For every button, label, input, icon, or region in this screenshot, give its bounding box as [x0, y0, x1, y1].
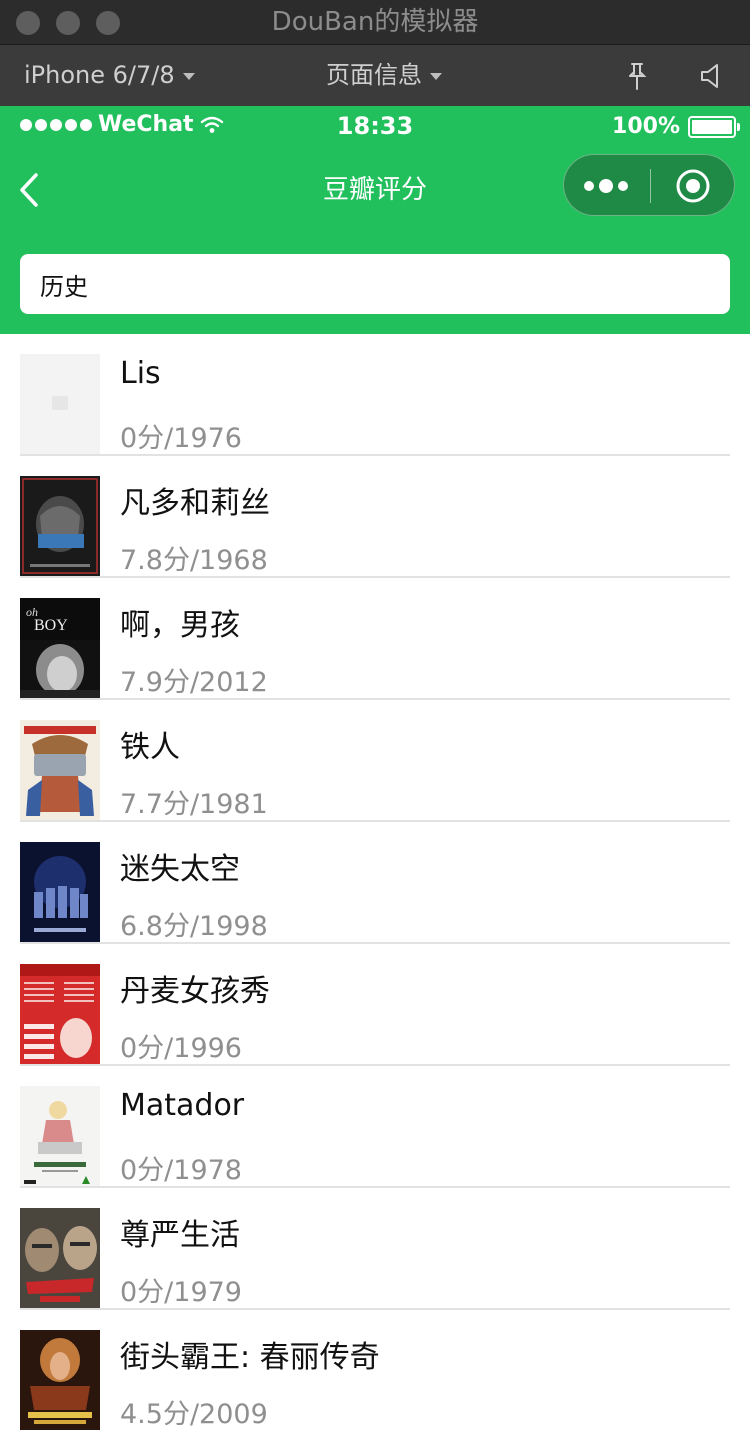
movie-title: 铁人: [120, 730, 180, 765]
window-title-bar: DouBan的模拟器: [0, 0, 750, 45]
battery-icon: [688, 115, 740, 138]
movie-title: 尊严生活: [120, 1218, 240, 1253]
poster-matador: [20, 1086, 100, 1186]
movie-title: 迷失太空: [120, 852, 240, 887]
poster-placeholder: [20, 354, 100, 454]
movie-rating-year: 4.5分/2009: [120, 1399, 268, 1430]
poster-fando: [20, 476, 100, 576]
movie-rating-year: 0分/1979: [120, 1277, 242, 1308]
movie-title: 街头霸王: 春丽传奇: [120, 1340, 380, 1375]
movie-title: Matador: [120, 1088, 245, 1123]
chevron-down-icon: [182, 72, 195, 80]
poster-street-fighter: [20, 1330, 100, 1430]
status-bar: WeChat 18:33 100%: [0, 106, 750, 148]
movie-rating-year: 0分/1978: [120, 1155, 242, 1186]
image-placeholder-icon: [52, 396, 68, 410]
app-header: WeChat 18:33 100% 豆瓣评分: [0, 106, 750, 334]
poster-danish-girls: [20, 964, 100, 1064]
speaker-icon[interactable]: [698, 62, 724, 90]
device-selector[interactable]: iPhone 6/7/8: [24, 45, 195, 106]
list-item[interactable]: Matador 0分/1978: [0, 1066, 750, 1188]
navigation-bar: 豆瓣评分: [0, 154, 750, 226]
poster-lost-in-space: [20, 842, 100, 942]
poster-iron-man: [20, 720, 100, 820]
pin-icon[interactable]: [624, 61, 650, 91]
simulator-toolbar: iPhone 6/7/8 页面信息: [0, 45, 750, 106]
capsule-divider: [650, 169, 651, 203]
battery-group: 100%: [612, 114, 740, 139]
more-icon[interactable]: [584, 179, 628, 193]
movie-title: Lis: [120, 356, 161, 391]
movie-list: Lis 0分/1976 凡多和莉丝 7.8分/1968 oh BOY 啊，男孩 7…: [0, 334, 750, 1432]
poster-oh-boy: oh BOY: [20, 598, 100, 698]
mini-program-capsule: [563, 154, 735, 216]
list-item[interactable]: 迷失太空 6.8分/1998: [0, 822, 750, 944]
window-title: DouBan的模拟器: [271, 7, 479, 37]
movie-rating-year: 0分/1976: [120, 423, 242, 454]
device-label: iPhone 6/7/8: [24, 61, 175, 89]
page-info-selector[interactable]: 页面信息: [326, 45, 442, 106]
search-box: [20, 254, 730, 314]
movie-rating-year: 0分/1996: [120, 1033, 242, 1064]
list-item[interactable]: 凡多和莉丝 7.8分/1968: [0, 456, 750, 578]
list-item[interactable]: Lis 0分/1976: [0, 334, 750, 456]
battery-label: 100%: [612, 114, 680, 139]
page-info-label: 页面信息: [326, 61, 422, 89]
poster-dignity: [20, 1208, 100, 1308]
movie-title: 凡多和莉丝: [120, 486, 270, 521]
chevron-down-icon: [430, 72, 442, 80]
list-item[interactable]: 尊严生活 0分/1979: [0, 1188, 750, 1310]
search-input[interactable]: [20, 254, 700, 314]
movie-title: 丹麦女孩秀: [120, 974, 270, 1009]
list-item[interactable]: oh BOY 啊，男孩 7.9分/2012: [0, 578, 750, 700]
list-item[interactable]: 丹麦女孩秀 0分/1996: [0, 944, 750, 1066]
list-item[interactable]: 街头霸王: 春丽传奇 4.5分/2009: [0, 1310, 750, 1432]
movie-rating-year: 7.8分/1968: [120, 545, 268, 576]
movie-title: 啊，男孩: [120, 608, 240, 643]
close-mini-program-icon[interactable]: [675, 168, 711, 204]
svg-text:BOY: BOY: [34, 617, 68, 634]
movie-rating-year: 6.8分/1998: [120, 911, 268, 942]
movie-rating-year: 7.9分/2012: [120, 667, 268, 698]
list-item[interactable]: 铁人 7.7分/1981: [0, 700, 750, 822]
movie-rating-year: 7.7分/1981: [120, 789, 268, 820]
